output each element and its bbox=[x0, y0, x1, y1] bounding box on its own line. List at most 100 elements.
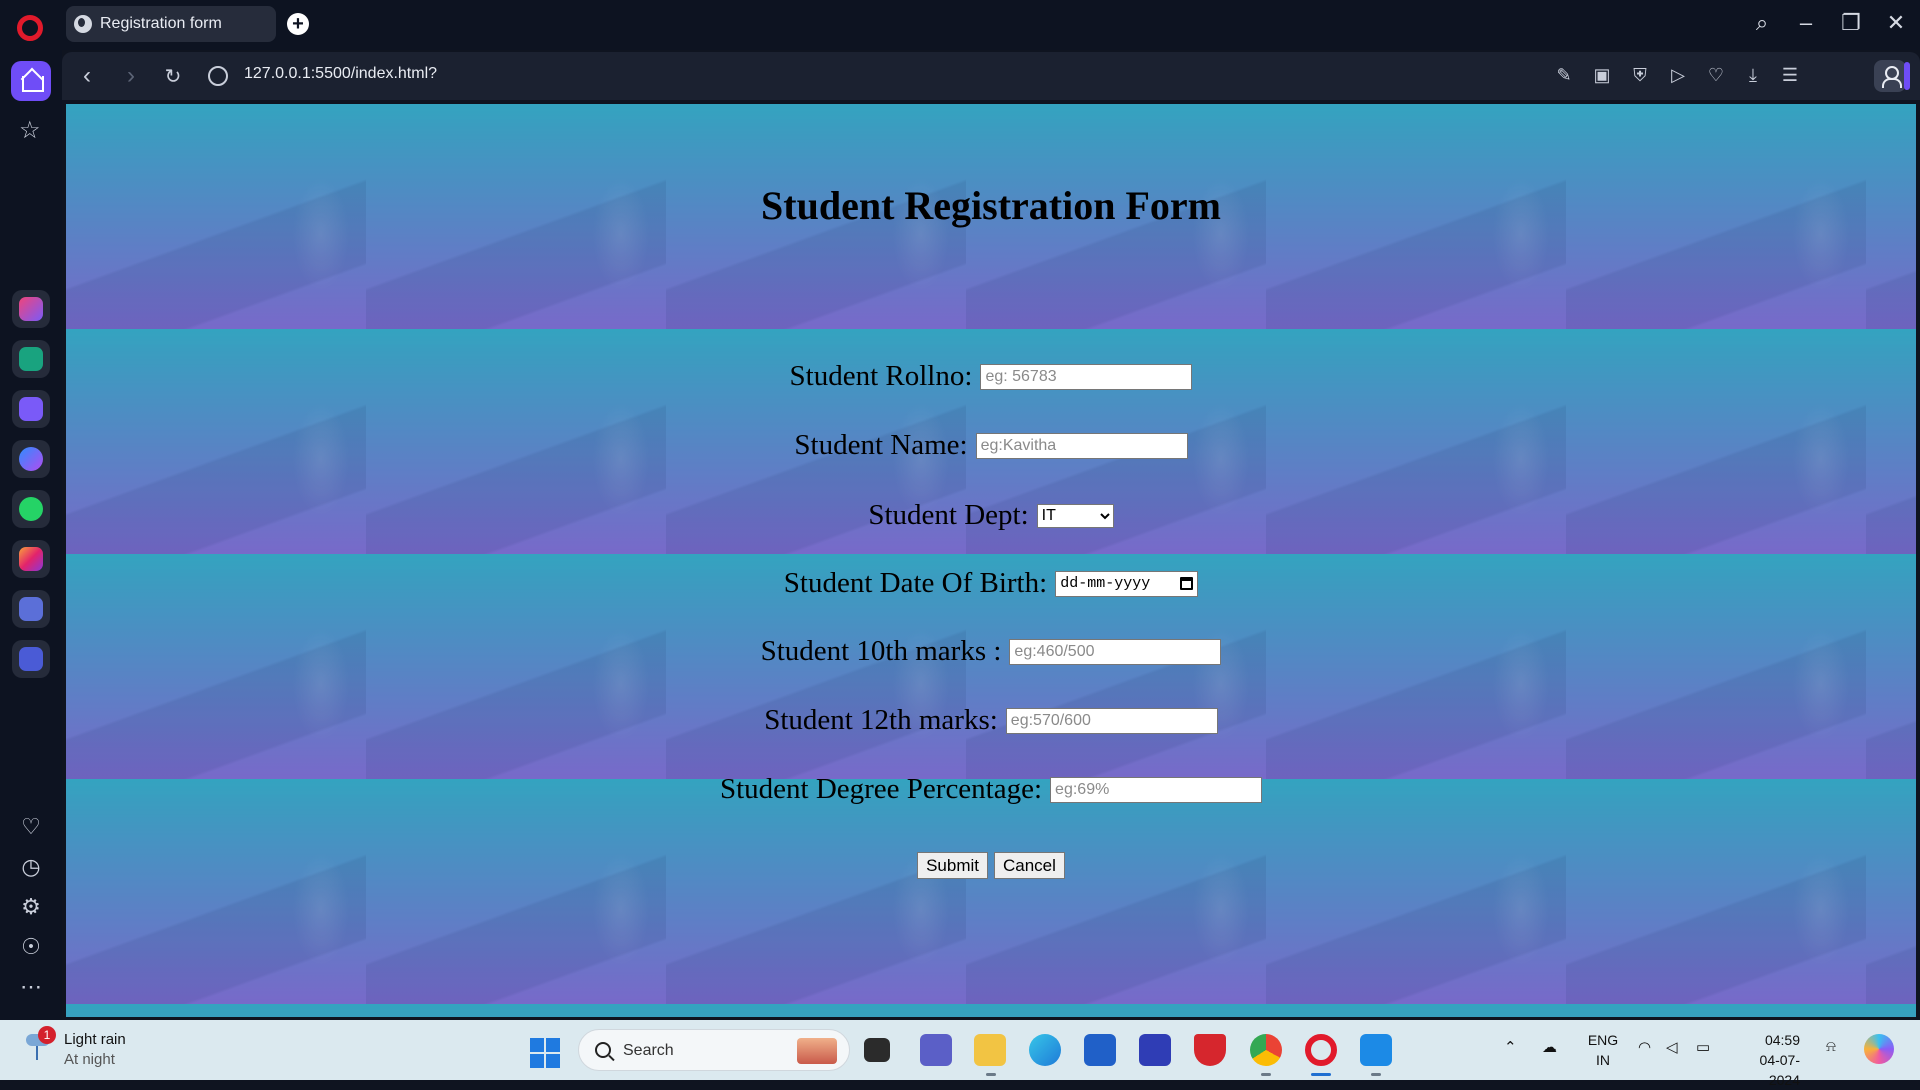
minimize-button[interactable]: – bbox=[1789, 10, 1823, 36]
calendar-icon[interactable] bbox=[1180, 577, 1194, 590]
opera-sidebar: ☆ ♡ ◷ ⚙ ☉ ⋯ bbox=[0, 50, 62, 1020]
browser-titlebar: Registration form + ⌕ – ❐ ✕ bbox=[0, 0, 1920, 50]
windows-start-icon[interactable] bbox=[530, 1038, 560, 1068]
dob-placeholder: dd-mm-yyyy bbox=[1060, 575, 1151, 592]
restore-button[interactable]: ❐ bbox=[1834, 10, 1868, 36]
clock-time: 04:59 bbox=[1764, 1032, 1800, 1048]
rollno-input[interactable] bbox=[980, 363, 1193, 390]
search-highlight-image bbox=[797, 1038, 837, 1064]
language-region: IN bbox=[1596, 1052, 1610, 1068]
language-indicator[interactable]: ENG IN bbox=[1586, 1030, 1620, 1070]
edge-icon[interactable] bbox=[1029, 1034, 1061, 1066]
rollno-row: Student Rollno: bbox=[66, 360, 1916, 393]
forward-button[interactable]: › bbox=[116, 62, 146, 90]
weather-period: At night bbox=[64, 1051, 115, 1068]
twelfth-marks-input[interactable] bbox=[1005, 707, 1218, 734]
search-tabs-icon[interactable]: ⌕ bbox=[1745, 10, 1779, 36]
shield-icon[interactable]: ⛨ bbox=[1629, 64, 1651, 86]
file-explorer-icon[interactable] bbox=[974, 1034, 1006, 1066]
whatsapp-app-icon[interactable] bbox=[12, 490, 50, 528]
close-button[interactable]: ✕ bbox=[1879, 10, 1913, 36]
weather-condition: Light rain bbox=[64, 1031, 126, 1048]
play-icon[interactable]: ▷ bbox=[1667, 64, 1689, 86]
weather-widget[interactable]: Light rain At night bbox=[64, 1030, 126, 1070]
tenth-marks-input[interactable] bbox=[1009, 638, 1222, 665]
cancel-button[interactable]: Cancel bbox=[994, 852, 1065, 879]
task-view-icon[interactable] bbox=[864, 1038, 890, 1062]
opera-active-indicator bbox=[1311, 1073, 1331, 1076]
address-bar[interactable]: 127.0.0.1:5500/index.html? bbox=[244, 65, 437, 83]
instagram-app-icon[interactable] bbox=[12, 540, 50, 578]
camera-icon[interactable]: ▣ bbox=[1591, 64, 1613, 86]
sidebar-toggle[interactable] bbox=[1904, 62, 1910, 90]
aria-app-icon[interactable] bbox=[12, 290, 50, 328]
battery-icon[interactable]: ▭ bbox=[1696, 1038, 1710, 1056]
vscode-icon[interactable] bbox=[1360, 1034, 1392, 1066]
dob-date-input[interactable]: dd-mm-yyyy bbox=[1055, 570, 1199, 597]
tab-title: Registration form bbox=[100, 15, 222, 32]
file-explorer-indicator bbox=[986, 1073, 996, 1076]
submit-button[interactable]: Submit bbox=[917, 852, 988, 879]
easy-setup-icon[interactable]: ☰ bbox=[1779, 64, 1801, 86]
home-icon[interactable] bbox=[11, 61, 51, 101]
dept-select[interactable]: IT bbox=[1036, 503, 1114, 528]
heart-icon[interactable]: ♡ bbox=[1705, 64, 1727, 86]
dob-label: Student Date Of Birth: bbox=[783, 567, 1048, 599]
show-hidden-icons-chevron-icon[interactable]: ⌃ bbox=[1504, 1038, 1517, 1056]
back-button[interactable]: ‹ bbox=[72, 62, 102, 90]
settings-gear-icon[interactable]: ⚙ bbox=[19, 894, 43, 920]
editor-app-icon[interactable] bbox=[1139, 1034, 1171, 1066]
volume-icon[interactable]: ◁ bbox=[1666, 1038, 1678, 1056]
rollno-label: Student Rollno: bbox=[789, 360, 973, 392]
degree-percentage-row: Student Degree Percentage: bbox=[66, 773, 1916, 806]
cs-app-icon[interactable] bbox=[12, 390, 50, 428]
copilot-icon[interactable] bbox=[1864, 1034, 1894, 1064]
search-icon bbox=[595, 1042, 611, 1058]
chatgpt-app-icon[interactable] bbox=[12, 340, 50, 378]
form-actions: Submit Cancel bbox=[66, 852, 1916, 879]
reload-button[interactable]: ↻ bbox=[158, 64, 188, 89]
tenth-marks-label: Student 10th marks : bbox=[760, 635, 1002, 667]
pinboard-heart-icon[interactable]: ♡ bbox=[19, 814, 43, 840]
tips-lightbulb-icon[interactable]: ☉ bbox=[19, 934, 43, 960]
opera-logo-icon[interactable] bbox=[17, 15, 43, 41]
chrome-icon[interactable] bbox=[1250, 1034, 1282, 1066]
player-app-icon[interactable] bbox=[12, 640, 50, 678]
wifi-icon[interactable]: ◠ bbox=[1638, 1038, 1651, 1056]
twelfth-marks-row: Student 12th marks: bbox=[66, 704, 1916, 737]
taskbar-clock[interactable]: 04:59 04-07-2024 bbox=[1738, 1030, 1800, 1090]
mcafee-icon[interactable] bbox=[1194, 1034, 1226, 1066]
browser-tab[interactable]: Registration form bbox=[66, 6, 276, 42]
store-icon[interactable] bbox=[1084, 1034, 1116, 1066]
opera-taskbar-icon[interactable] bbox=[1305, 1034, 1337, 1066]
music-app-icon[interactable] bbox=[12, 590, 50, 628]
background-pattern bbox=[66, 104, 1916, 1017]
page-viewport: Student Registration Form Student Rollno… bbox=[66, 104, 1916, 1017]
new-tab-button[interactable]: + bbox=[287, 13, 309, 35]
taskbar-search[interactable]: Search bbox=[578, 1029, 850, 1071]
name-label: Student Name: bbox=[794, 429, 968, 461]
name-row: Student Name: bbox=[66, 429, 1916, 462]
name-input[interactable] bbox=[975, 432, 1188, 459]
weather-alert-badge: 1 bbox=[38, 1026, 56, 1044]
page-title: Student Registration Form bbox=[761, 183, 1221, 228]
teams-icon[interactable] bbox=[920, 1034, 952, 1066]
language-code: ENG bbox=[1587, 1032, 1619, 1048]
profile-icon[interactable] bbox=[1874, 60, 1906, 92]
dob-row: Student Date Of Birth: dd-mm-yyyy bbox=[66, 567, 1916, 600]
clock-date: 04-07-2024 bbox=[1759, 1052, 1800, 1088]
notifications-bell-icon[interactable]: ⍾ bbox=[1826, 1038, 1836, 1055]
browser-toolbar: ‹ › ↻ 127.0.0.1:5500/index.html? ✎ ▣ ⛨ ▷… bbox=[62, 52, 1920, 100]
edit-icon[interactable]: ✎ bbox=[1553, 64, 1575, 86]
more-options-icon[interactable]: ⋯ bbox=[19, 974, 43, 1000]
windows-taskbar: 1 Light rain At night Search ⌃ ☁ ENG IN … bbox=[0, 1020, 1920, 1088]
messenger-app-icon[interactable] bbox=[12, 440, 50, 478]
onedrive-icon[interactable]: ☁ bbox=[1542, 1038, 1557, 1056]
site-info-icon[interactable] bbox=[208, 66, 228, 86]
download-icon[interactable]: ⤓ bbox=[1742, 64, 1764, 86]
degree-percentage-input[interactable] bbox=[1050, 776, 1263, 803]
speed-dial-star-icon[interactable]: ☆ bbox=[19, 116, 41, 145]
history-icon[interactable]: ◷ bbox=[19, 854, 43, 880]
search-label: Search bbox=[623, 1042, 674, 1059]
vscode-indicator bbox=[1371, 1073, 1381, 1076]
